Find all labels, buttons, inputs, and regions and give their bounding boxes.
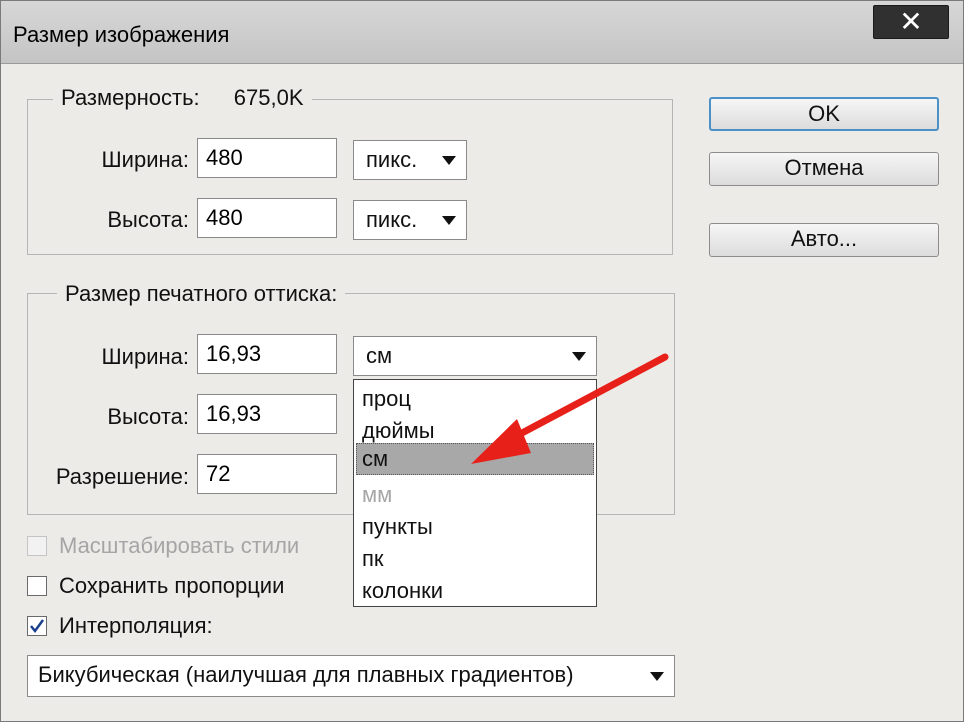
chevron-down-icon [650,672,664,681]
dropdown-option-cm[interactable]: см [362,445,388,473]
print-size-legend: Размер печатного оттиска: [57,281,346,307]
resample-method-select[interactable]: Бикубическая (наилучшая для плавных град… [27,655,675,697]
resolution-label: Разрешение: [55,464,189,489]
cancel-button[interactable]: Отмена [709,152,939,186]
resample-label: Интерполяция: [59,613,213,638]
print-width-unit-select[interactable]: см [353,336,597,376]
print-height-input[interactable]: 16,93 [197,394,337,434]
unit-dropdown-list: проц дюймы см мм пункты пк колонки [353,379,597,607]
dropdown-option-picas[interactable]: пк [362,545,384,573]
chevron-down-icon [442,156,456,165]
chevron-down-icon [442,216,456,225]
resample-checkbox[interactable] [27,616,47,636]
pixel-width-input[interactable]: 480 [197,138,337,178]
pixel-height-input[interactable]: 480 [197,198,337,238]
pixel-dimensions-legend: Размерность: 675,0K [53,85,312,111]
close-icon: ✕ [899,6,923,37]
dialog-title: Размер изображения [13,22,230,47]
dropdown-highlight [356,443,594,475]
pixel-width-unit-select[interactable]: пикс. [353,140,467,180]
close-button[interactable]: ✕ [873,5,949,39]
print-width-unit-value: см [366,343,393,368]
constrain-proportions-label: Сохранить пропорции [59,573,285,598]
print-width-label: Ширина: [101,344,189,369]
pixel-height-label: Высота: [107,207,189,232]
constrain-proportions-checkbox[interactable] [27,576,47,596]
pixel-height-unit-value: пикс. [366,207,418,232]
dropdown-option-points[interactable]: пункты [362,513,433,541]
pixel-dimensions-label: Размерность: [61,85,200,110]
pixel-width-unit-value: пикс. [366,147,418,172]
chevron-down-icon [572,352,586,361]
dropdown-option-mm[interactable]: мм [362,481,392,509]
print-width-input[interactable]: 16,93 [197,334,337,374]
pixel-height-unit-select[interactable]: пикс. [353,200,467,240]
auto-button[interactable]: Авто... [709,223,939,257]
title-bar[interactable]: Размер изображения ✕ [1,1,963,64]
dropdown-option-columns[interactable]: колонки [362,577,443,605]
image-size-dialog: Размер изображения ✕ Размерность: 675,0K… [0,0,964,722]
resolution-input[interactable]: 72 [197,454,337,494]
checkmark-icon [30,619,45,634]
print-height-label: Высота: [107,404,189,429]
scale-styles-checkbox[interactable] [27,536,47,556]
dropdown-option-inches[interactable]: дюймы [362,417,435,445]
pixel-width-label: Ширина: [101,147,189,172]
resample-method-value: Бикубическая (наилучшая для плавных град… [38,662,574,687]
dropdown-option-percent[interactable]: проц [362,385,411,413]
ok-button[interactable]: OK [709,97,939,131]
pixel-dimensions-size: 675,0K [233,85,304,110]
scale-styles-label: Масштабировать стили [59,533,300,558]
